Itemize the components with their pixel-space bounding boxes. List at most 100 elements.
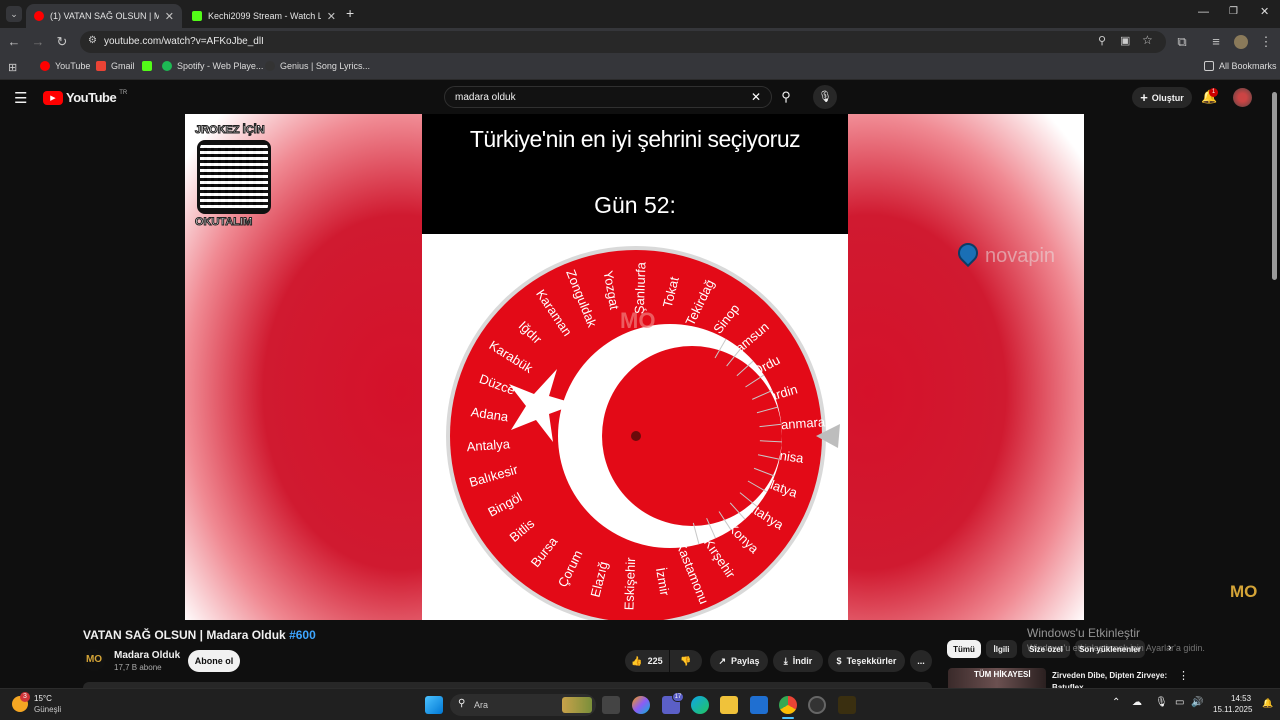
right-blur-background — [845, 114, 1084, 620]
channel-watermark-icon[interactable]: MO — [1230, 582, 1257, 602]
qr-top-text: JROKEZ İÇİN — [195, 124, 266, 137]
wheel-center — [631, 431, 641, 441]
related-video-title[interactable]: Zirveden Dibe, Dipten Zirveye: Batuflex — [1052, 670, 1176, 688]
search-icon[interactable]: ⚲ — [772, 86, 800, 108]
tray-chevron-icon[interactable]: ⌃ — [1112, 697, 1120, 708]
thanks-button[interactable]: $ Teşekkürler — [828, 650, 905, 672]
page-scrollbar[interactable] — [1272, 92, 1277, 280]
wheel-city-label: Eskişehir — [621, 557, 638, 611]
network-icon[interactable]: ▭ — [1175, 697, 1184, 708]
youtube-header: ☰ ▶ YouTube TR madara olduk ✕ ⚲ 🎙 + Oluşt… — [0, 81, 1280, 114]
notification-badge: 1 — [1209, 88, 1218, 97]
apps-grid-icon[interactable]: ⊞ — [8, 61, 17, 74]
bookmark-label: Gmail — [111, 61, 135, 71]
reading-list-icon[interactable]: ≡ — [1208, 34, 1224, 50]
address-bar-row: ← → ↻ ⚙ youtube.com/watch?v=AFKoJbe_dlI … — [0, 28, 1280, 56]
zoom-icon[interactable]: ⚲ — [1098, 34, 1106, 47]
genius-icon — [265, 61, 275, 71]
related-thumbnail[interactable]: TÜM HİKAYESİ — [948, 668, 1046, 688]
tab-title: Kechi2099 Stream - Watch Live — [208, 11, 321, 21]
subscribe-button[interactable]: Abone ol — [188, 650, 240, 672]
channel-name[interactable]: Madara Olduk — [114, 650, 180, 661]
site-info-icon[interactable]: ⚙ — [88, 35, 97, 46]
bookmark-gmail[interactable]: Gmail — [96, 61, 135, 71]
restore-icon[interactable]: ❐ — [1229, 6, 1238, 17]
task-view-icon[interactable] — [602, 696, 620, 714]
reload-icon[interactable]: ↻ — [54, 34, 70, 50]
windows-taskbar: 3 15°C Güneşli ⚲ Ara 17 ⌃ ☁ 🎙 ▭ 🔊 14:53 … — [0, 688, 1280, 720]
day-label: Gün 52: — [594, 192, 676, 218]
youtube-logo[interactable]: ▶ YouTube TR — [43, 90, 127, 105]
forward-icon[interactable]: → — [30, 34, 46, 50]
bookmark-youtube[interactable]: YouTube — [40, 61, 90, 71]
video-hashtag[interactable]: #600 — [289, 628, 316, 642]
more-actions-button[interactable]: ... — [910, 650, 932, 672]
chip-label: Tümü — [953, 644, 975, 654]
video-player[interactable]: JROKEZ İÇİN OKUTALIM Türkiye'nin en iyi … — [185, 114, 1084, 620]
bookmark-spotify[interactable]: Spotify - Web Playe... — [162, 61, 263, 71]
tab-kick[interactable]: Kechi2099 Stream - Watch Live ✕ — [184, 4, 344, 28]
share-button[interactable]: ↗ Paylaş — [710, 650, 768, 672]
account-avatar[interactable] — [1233, 88, 1252, 107]
clock-date[interactable]: 15.11.2025 — [1213, 705, 1252, 714]
mic-tray-icon[interactable]: 🎙 — [1155, 697, 1168, 708]
hamburger-menu-icon[interactable]: ☰ — [14, 89, 27, 107]
chrome-icon[interactable] — [779, 696, 797, 714]
close-tab-icon[interactable]: ✕ — [327, 10, 336, 23]
search-input[interactable]: madara olduk — [455, 92, 516, 103]
bookmark-kick[interactable] — [142, 61, 152, 71]
like-button[interactable]: 👍 225 — [625, 650, 669, 672]
download-button[interactable]: ⤓ İndir — [773, 650, 823, 672]
close-tab-icon[interactable]: ✕ — [165, 10, 174, 23]
microphone-icon[interactable]: 🎙 — [813, 85, 837, 109]
minimize-icon[interactable]: — — [1198, 6, 1209, 18]
spotify-icon — [162, 61, 172, 71]
map-pin-text: novapin — [985, 245, 1056, 267]
search-box[interactable]: madara olduk ✕ — [444, 86, 772, 108]
omnibox[interactable]: ⚙ youtube.com/watch?v=AFKoJbe_dlI ⚲ ▣ ☆ — [80, 31, 1166, 53]
thanks-icon: $ — [836, 656, 842, 666]
copilot-icon[interactable] — [632, 696, 650, 714]
tab-youtube[interactable]: (1) VATAN SAĞ OLSUN | Madar ✕ — [26, 4, 182, 28]
taskbar-search[interactable]: ⚲ Ara — [450, 694, 596, 716]
store-icon[interactable] — [750, 696, 768, 714]
chip-related[interactable]: İlgili — [986, 640, 1017, 658]
cast-icon[interactable]: ▣ — [1120, 34, 1130, 47]
chip-all[interactable]: Tümü — [947, 640, 981, 658]
app-icon[interactable] — [808, 696, 826, 714]
clear-search-icon[interactable]: ✕ — [751, 90, 761, 104]
chip-label: İlgili — [993, 644, 1010, 654]
bookmark-star-icon[interactable]: ☆ — [1142, 33, 1153, 47]
start-windows-icon[interactable] — [425, 696, 443, 714]
bookmarks-bar: ⊞ YouTube Gmail Spotify - Web Playe... G… — [0, 56, 1280, 80]
all-bookmarks[interactable]: All Bookmarks — [1204, 61, 1277, 71]
youtube-icon — [40, 61, 50, 71]
weather-temp: 15°C — [34, 694, 52, 703]
dislike-button[interactable]: 👎 — [670, 650, 702, 672]
onedrive-icon[interactable]: ☁ — [1132, 697, 1142, 708]
tab-search-button[interactable]: ⌄ — [6, 6, 22, 22]
thumbnail-text: TÜM HİKAYESİ — [974, 670, 1031, 679]
edge-icon[interactable] — [691, 696, 709, 714]
profile-avatar[interactable] — [1234, 35, 1248, 49]
app-icon-2[interactable] — [838, 696, 856, 714]
back-icon[interactable]: ← — [6, 34, 22, 50]
plus-icon: + — [1140, 90, 1148, 105]
activation-title: Windows'u Etkinleştir — [1027, 626, 1140, 640]
new-tab-button[interactable]: + — [346, 6, 360, 20]
file-explorer-icon[interactable] — [720, 696, 738, 714]
bookmark-genius[interactable]: Genius | Song Lyrics... — [265, 61, 370, 71]
volume-icon[interactable]: 🔊 — [1191, 697, 1203, 708]
kick-icon — [142, 61, 152, 71]
close-window-icon[interactable]: ✕ — [1260, 5, 1269, 18]
notification-center-icon[interactable]: 🔔 — [1262, 698, 1273, 709]
create-button[interactable]: + Oluştur — [1132, 87, 1192, 108]
extensions-icon[interactable]: ⧉ — [1174, 34, 1190, 50]
menu-kebab-icon[interactable]: ⋮ — [1258, 34, 1274, 50]
clock-time[interactable]: 14:53 — [1231, 694, 1251, 703]
share-icon: ↗ — [718, 655, 726, 666]
related-more-icon[interactable]: ⋮ — [1178, 669, 1189, 682]
youtube-logo-text: YouTube — [66, 90, 117, 105]
weather-desc: Güneşli — [34, 705, 62, 714]
channel-avatar[interactable]: MO — [83, 649, 105, 671]
